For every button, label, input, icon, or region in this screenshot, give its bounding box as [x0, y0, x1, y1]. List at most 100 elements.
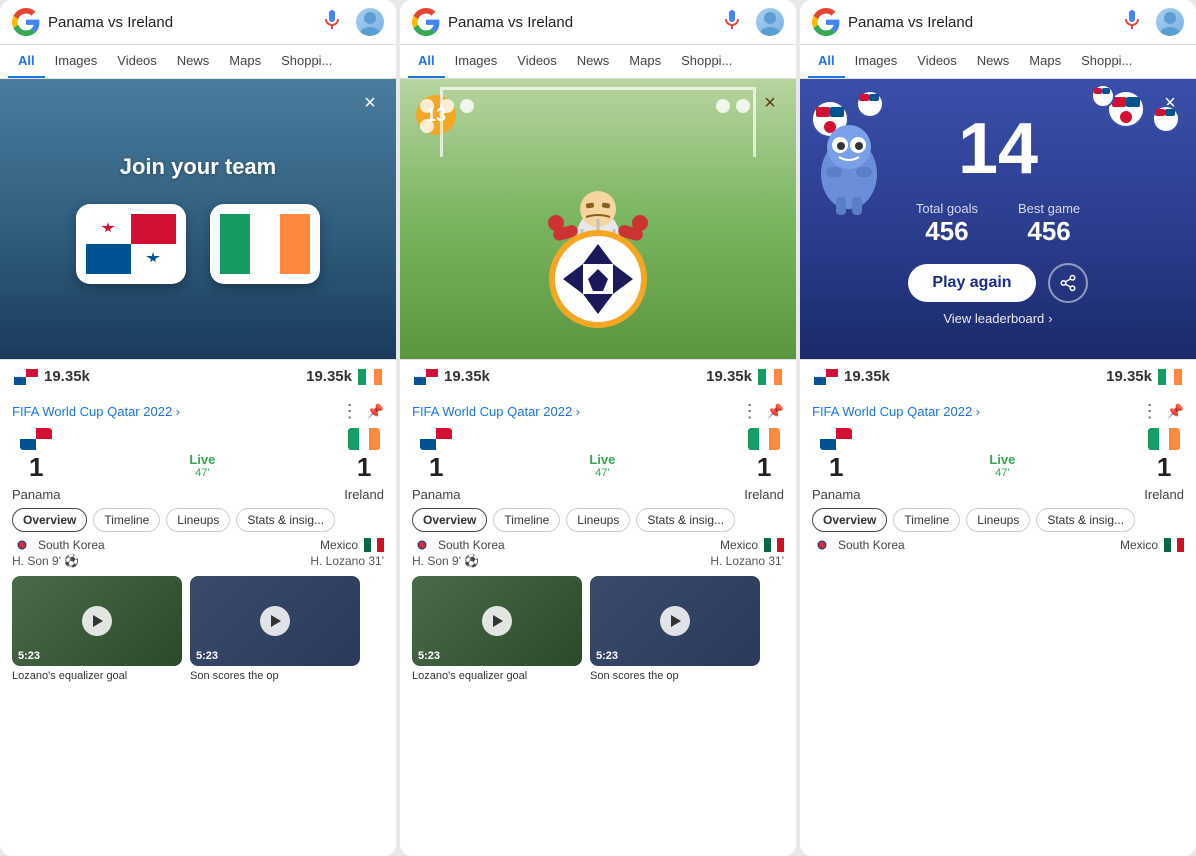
edit-icon-3[interactable]: 📌	[1167, 403, 1184, 420]
leaderboard-link[interactable]: View leaderboard ›	[943, 311, 1052, 326]
search-query-1[interactable]: Panama vs Ireland	[48, 14, 312, 31]
tab-maps-3[interactable]: Maps	[1019, 45, 1071, 78]
video-thumb-2[interactable]: 5:23	[190, 576, 360, 666]
competition-1[interactable]: FIFA World Cup Qatar 2022 ›	[12, 404, 180, 419]
goals-section-3: South Korea Mexico	[812, 538, 1184, 552]
video-duration-2: 5:23	[196, 650, 218, 662]
chevron-right-icon: ›	[1048, 311, 1052, 326]
video-thumb-1[interactable]: 5:23	[12, 576, 182, 666]
best-game-label: Best game	[1018, 201, 1080, 216]
tab-images-2[interactable]: Images	[445, 45, 508, 78]
tab-maps-2[interactable]: Maps	[619, 45, 671, 78]
tab-overview-2[interactable]: Overview	[412, 508, 487, 532]
tab-images-1[interactable]: Images	[45, 45, 108, 78]
team-home-3: Panama	[812, 487, 860, 502]
score-left-val-1: 19.35k	[44, 368, 90, 385]
edit-icon-2[interactable]: 📌	[767, 403, 784, 420]
tab-news-1[interactable]: News	[167, 45, 220, 78]
score-left-val-3: 19.35k	[844, 368, 890, 385]
score-right-val-3: 19.35k	[1106, 368, 1152, 385]
search-query-3[interactable]: Panama vs Ireland	[848, 14, 1112, 31]
tab-timeline-3[interactable]: Timeline	[893, 508, 960, 532]
play-btn-2[interactable]	[260, 606, 290, 636]
goal-player-1: H. Son 9'	[12, 554, 61, 568]
match-score-row-2: 1 Panama Live 47' 1 Ireland	[412, 428, 784, 502]
tab-all-2[interactable]: All	[408, 45, 445, 78]
total-goals-stat: Total goals 456	[916, 201, 978, 247]
score-left-3: 19.35k	[814, 368, 890, 385]
competition-3[interactable]: FIFA World Cup Qatar 2022 ›	[812, 404, 980, 419]
tab-videos-1[interactable]: Videos	[107, 45, 167, 78]
tab-all-1[interactable]: All	[8, 45, 45, 78]
more-icon-3[interactable]: ⋮	[1141, 401, 1159, 422]
game-area-1: × Join your team	[0, 79, 396, 359]
close-btn-3[interactable]: ×	[1156, 89, 1184, 117]
video-thumb-2a[interactable]: 5:23	[412, 576, 582, 666]
match-score-row-1: 1 Panama Live 47' 1 Ireland	[12, 428, 384, 502]
goal-team-korea-1: South Korea	[12, 538, 194, 552]
match-section-3: FIFA World Cup Qatar 2022 › ⋮ 📌 1 Panama	[800, 393, 1196, 856]
avatar-1[interactable]	[356, 8, 384, 36]
team-away-1: Ireland	[344, 487, 384, 502]
avatar-3[interactable]	[1156, 8, 1184, 36]
tab-shopping-1[interactable]: Shoppi...	[271, 45, 342, 78]
close-btn-1[interactable]: ×	[356, 89, 384, 117]
tab-lineups-2[interactable]: Lineups	[566, 508, 630, 532]
play-btn-1[interactable]	[82, 606, 112, 636]
tab-maps-1[interactable]: Maps	[219, 45, 271, 78]
competition-2[interactable]: FIFA World Cup Qatar 2022 ›	[412, 404, 580, 419]
live-min-2: 47'	[468, 467, 736, 479]
tab-shopping-3[interactable]: Shoppi...	[1071, 45, 1142, 78]
panama-flag-sm-1	[20, 428, 52, 450]
tab-overview-3[interactable]: Overview	[812, 508, 887, 532]
tab-timeline-2[interactable]: Timeline	[493, 508, 560, 532]
match-header-1: FIFA World Cup Qatar 2022 › ⋮ 📌	[12, 401, 384, 422]
search-bar-3: Panama vs Ireland	[800, 0, 1196, 45]
tab-lineups-1[interactable]: Lineups	[166, 508, 230, 532]
more-icon-2[interactable]: ⋮	[741, 401, 759, 422]
tab-videos-2[interactable]: Videos	[507, 45, 567, 78]
tab-shopping-2[interactable]: Shoppi...	[671, 45, 742, 78]
ireland-flag-btn[interactable]	[210, 204, 320, 284]
play-btn-2b[interactable]	[660, 606, 690, 636]
goal-ball-2: ⚽	[464, 554, 479, 568]
tab-timeline-1[interactable]: Timeline	[93, 508, 160, 532]
mic-icon-1[interactable]	[320, 8, 348, 36]
team-home-2: Panama	[412, 487, 460, 502]
search-bar-2: Panama vs Ireland	[400, 0, 796, 45]
total-goals-val: 456	[925, 216, 968, 246]
monster-char	[814, 119, 884, 224]
edit-icon-1[interactable]: 📌	[367, 403, 384, 420]
avatar-2[interactable]	[756, 8, 784, 36]
best-game-val: 456	[1027, 216, 1070, 246]
team-home-1: Panama	[12, 487, 60, 502]
tab-stats-3[interactable]: Stats & insig...	[1036, 508, 1135, 532]
tab-images-3[interactable]: Images	[845, 45, 908, 78]
match-tabs-2: Overview Timeline Lineups Stats & insig.…	[412, 508, 784, 532]
tab-all-3[interactable]: All	[808, 45, 845, 78]
live-badge-1: Live 47'	[68, 452, 336, 479]
goal-team-mexico-3: Mexico	[1002, 538, 1184, 552]
tab-news-2[interactable]: News	[567, 45, 620, 78]
panama-flag-btn[interactable]	[76, 204, 186, 284]
play-btn-2a[interactable]	[482, 606, 512, 636]
search-query-2[interactable]: Panama vs Ireland	[448, 14, 712, 31]
score-right-2: 19.35k	[706, 368, 782, 385]
phone-1: Panama vs Ireland All Images Videos News…	[0, 0, 396, 856]
tab-stats-2[interactable]: Stats & insig...	[636, 508, 735, 532]
mic-icon-2[interactable]	[720, 8, 748, 36]
tab-lineups-3[interactable]: Lineups	[966, 508, 1030, 532]
tab-stats-1[interactable]: Stats & insig...	[236, 508, 335, 532]
score-right-1: 19.35k	[306, 368, 382, 385]
mic-icon-3[interactable]	[1120, 8, 1148, 36]
tab-videos-3[interactable]: Videos	[907, 45, 967, 78]
video-thumb-2b[interactable]: 5:23	[590, 576, 760, 666]
tab-news-3[interactable]: News	[967, 45, 1020, 78]
tab-overview-1[interactable]: Overview	[12, 508, 87, 532]
score-bar-1: 19.35k 19.35k	[0, 359, 396, 393]
more-icon-1[interactable]: ⋮	[341, 401, 359, 422]
game-area-2: × 13	[400, 79, 796, 359]
share-button[interactable]	[1048, 263, 1088, 303]
flags-row	[76, 204, 320, 284]
play-again-button[interactable]: Play again	[908, 264, 1035, 302]
